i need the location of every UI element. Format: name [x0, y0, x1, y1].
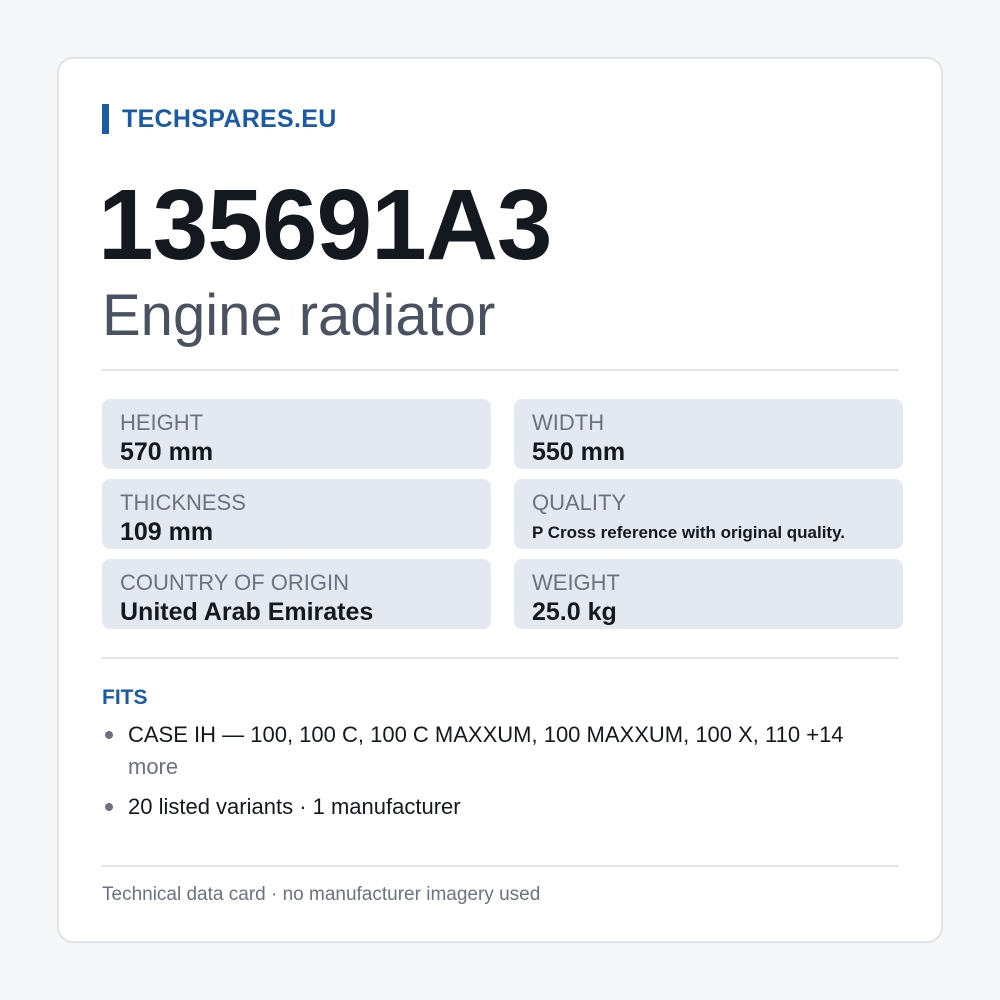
- bullet-icon: [105, 731, 113, 739]
- fits-list: CASE IH — 100, 100 C, 100 C MAXXUM, 100 …: [102, 719, 899, 831]
- fits-models-text: CASE IH — 100, 100 C, 100 C MAXXUM, 100 …: [128, 722, 844, 747]
- part-number: 135691A3: [98, 169, 553, 281]
- spec-label: THICKNESS: [120, 490, 246, 515]
- spec-grid: HEIGHT 570 mm WIDTH 550 mm THICKNESS 109…: [102, 399, 903, 629]
- card-content: TECHSPARES.EU 135691A3 Engine radiator H…: [98, 59, 903, 941]
- brand-accent-bar: [102, 104, 109, 134]
- fits-heading: FITS: [102, 686, 148, 709]
- spec-label: HEIGHT: [120, 410, 204, 435]
- spec-label: WEIGHT: [532, 570, 620, 595]
- spec-label: WIDTH: [532, 410, 605, 435]
- spec-weight: WEIGHT 25.0 kg: [514, 559, 903, 629]
- spec-value: 109 mm: [120, 518, 214, 546]
- part-data-card: TECHSPARES.EU 135691A3 Engine radiator H…: [57, 57, 943, 943]
- spec-value: 570 mm: [120, 438, 214, 466]
- spec-value: P Cross reference with original quality.: [532, 523, 846, 542]
- spec-country-of-origin: COUNTRY OF ORIGIN United Arab Emirates: [102, 559, 491, 629]
- spec-height: HEIGHT 570 mm: [102, 399, 491, 469]
- spec-width: WIDTH 550 mm: [514, 399, 903, 469]
- spec-value: 550 mm: [532, 438, 626, 466]
- spec-value: United Arab Emirates: [120, 598, 374, 626]
- spec-quality: QUALITY P Cross reference with original …: [514, 479, 903, 549]
- more-link[interactable]: more: [128, 754, 178, 779]
- bullet-icon: [105, 803, 113, 811]
- list-item: CASE IH — 100, 100 C, 100 C MAXXUM, 100 …: [102, 719, 899, 783]
- spec-thickness: THICKNESS 109 mm: [102, 479, 491, 549]
- divider: [102, 865, 899, 867]
- list-item: 20 listed variants · 1 manufacturer: [102, 791, 899, 823]
- divider: [102, 657, 899, 659]
- spec-value: 25.0 kg: [532, 598, 617, 626]
- divider: [102, 369, 899, 371]
- brand-name[interactable]: TECHSPARES.EU: [122, 105, 337, 134]
- footer-note: Technical data card · no manufacturer im…: [102, 884, 541, 905]
- part-name: Engine radiator: [102, 283, 496, 348]
- spec-label: COUNTRY OF ORIGIN: [120, 570, 349, 595]
- brand-header: TECHSPARES.EU: [102, 104, 337, 134]
- spec-label: QUALITY: [532, 490, 627, 515]
- fits-summary-text: 20 listed variants · 1 manufacturer: [128, 794, 461, 819]
